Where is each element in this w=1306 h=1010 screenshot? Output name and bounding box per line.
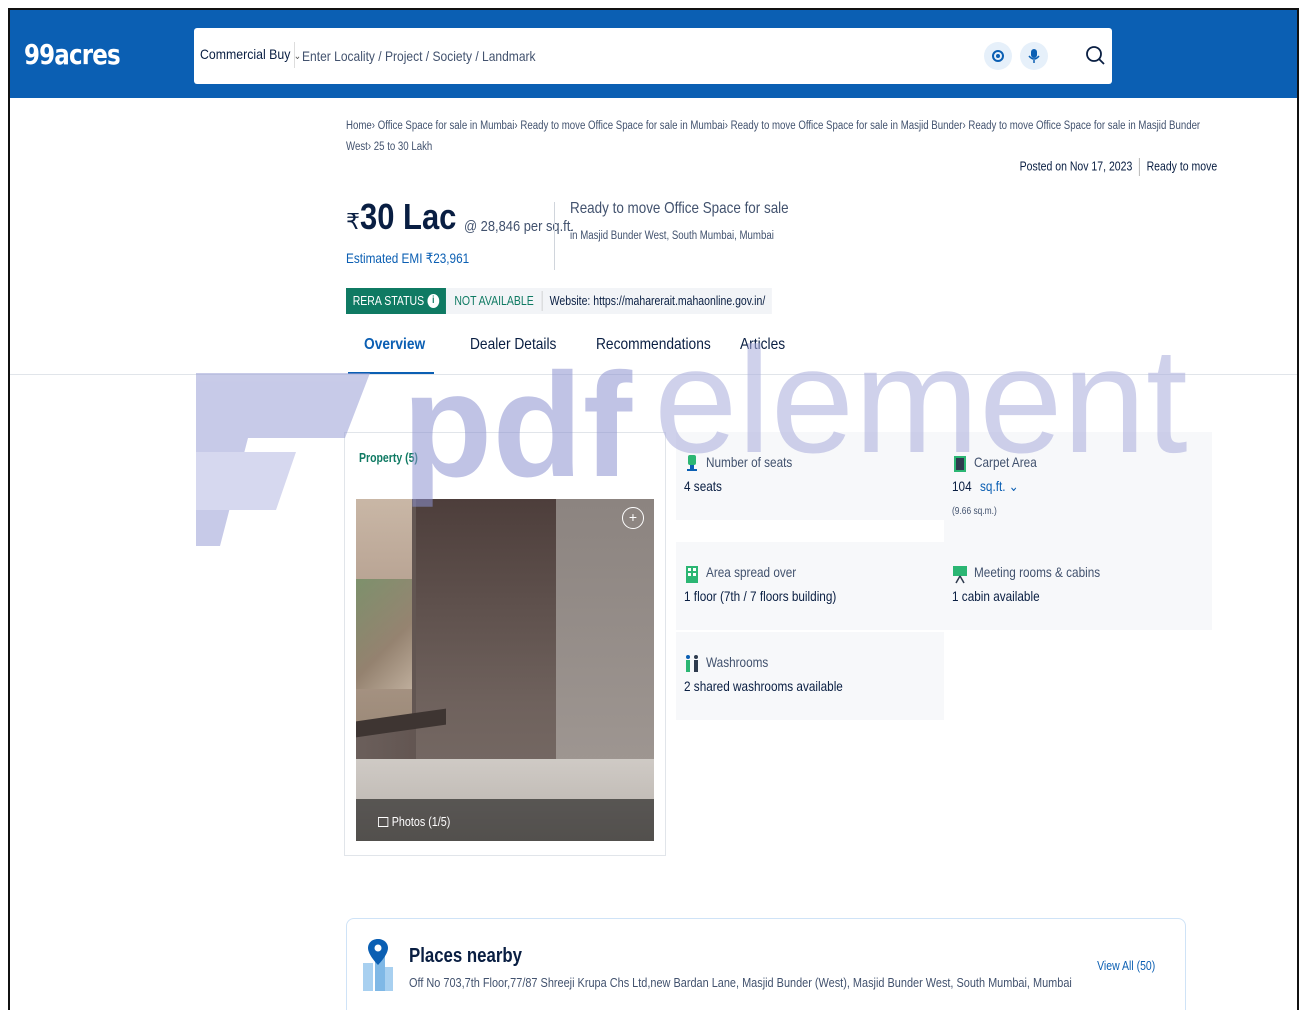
unit-label: sq.ft.	[980, 478, 1006, 494]
breadcrumb-item[interactable]: 25 to 30 Lakh	[374, 141, 433, 153]
rera-status-badge: RERA STATUS i	[346, 288, 446, 314]
rera-website[interactable]: Website: https://maharerait.mahaonline.g…	[543, 294, 772, 308]
feature-floors: Area spread over 1 floor (7th / 7 floors…	[676, 542, 944, 630]
tab-dealer-details[interactable]: Dealer Details	[470, 336, 556, 354]
rera-label: RERA STATUS	[352, 294, 425, 308]
view-all-link[interactable]: View All (50)	[1097, 959, 1155, 973]
breadcrumb-item[interactable]: Home	[346, 120, 372, 132]
posted-date: Posted on Nov 17, 2023	[1019, 159, 1133, 174]
feature-value: 2 shared washrooms available	[684, 678, 843, 694]
search-bar: Commercial Buy ⌄	[194, 28, 1112, 84]
breadcrumb-separator: ›	[724, 120, 728, 132]
breadcrumb-separator: ›	[514, 120, 518, 132]
property-photo[interactable]: + Photos (1/5)	[356, 499, 654, 841]
breadcrumb-separator: ›	[962, 120, 966, 132]
site-logo[interactable]: 99acres	[24, 38, 121, 71]
breadcrumb-separator: ›	[367, 141, 372, 153]
breadcrumb-item[interactable]: Office Space for sale in Mumbai	[378, 120, 515, 132]
area-icon	[954, 456, 966, 472]
search-divider	[294, 42, 295, 68]
feature-washrooms: Washrooms 2 shared washrooms available	[676, 632, 944, 720]
feature-carpet-area: Carpet Area 104 sq.ft. ⌄ (9.66 sq.m.)	[944, 432, 1212, 542]
feature-label: Area spread over	[706, 564, 797, 580]
image-icon	[378, 817, 389, 827]
tab-overview[interactable]: Overview	[364, 336, 425, 354]
property-gallery: Property (5) + Photos (1/5)	[344, 432, 666, 856]
places-nearby-card: Places nearby Off No 703,7th Floor,77/87…	[346, 918, 1186, 1010]
page-frame: 99acres Commercial Buy ⌄ Home› Office Sp…	[8, 8, 1299, 1010]
category-select-value: Commercial Buy	[200, 46, 291, 62]
breadcrumb-separator: ›	[371, 120, 376, 132]
tab-articles[interactable]: Articles	[740, 336, 785, 354]
location-icon[interactable]	[984, 42, 1012, 70]
posted-info: Posted on Nov 17, 2023 Ready to move	[1019, 158, 1217, 176]
gallery-label[interactable]: Property (5)	[359, 451, 418, 465]
feature-meeting-rooms: Meeting rooms & cabins 1 cabin available	[944, 542, 1212, 630]
meeting-board-icon	[953, 566, 967, 584]
price-amount: 30 Lac	[360, 196, 457, 237]
rera-status-value: NOT AVAILABLE	[454, 294, 534, 308]
washroom-icon	[686, 655, 698, 672]
price-per-sqft: @ 28,846 per sq.ft.	[464, 218, 574, 235]
rera-bar: RERA STATUS i NOT AVAILABLE Website: htt…	[346, 288, 772, 314]
tab-recommendations[interactable]: Recommendations	[596, 336, 711, 354]
emi-link[interactable]: Estimated EMI ₹23,961	[346, 250, 469, 267]
feature-label: Carpet Area	[974, 454, 1037, 470]
listing-location: in Masjid Bunder West, South Mumbai, Mum…	[570, 230, 774, 242]
photo-window-view	[356, 579, 412, 689]
search-input[interactable]	[302, 42, 784, 70]
possession-status: Ready to move	[1146, 159, 1217, 174]
feature-label: Number of seats	[706, 454, 793, 470]
category-select[interactable]: Commercial Buy ⌄	[200, 46, 301, 62]
chair-icon	[687, 455, 697, 471]
posted-divider	[1138, 158, 1140, 176]
feature-value: 1 cabin available	[952, 588, 1040, 604]
photos-count[interactable]: Photos (1/5)	[378, 815, 450, 829]
breadcrumb-item[interactable]: Ready to move Office Space for sale in M…	[520, 120, 724, 132]
feature-seats: Number of seats 4 seats	[676, 432, 944, 520]
places-title: Places nearby	[409, 945, 523, 967]
search-icon[interactable]	[1082, 42, 1110, 70]
feature-label: Washrooms	[706, 654, 769, 670]
zoom-in-icon[interactable]: +	[622, 507, 644, 529]
info-icon[interactable]: i	[427, 294, 440, 308]
places-address: Off No 703,7th Floor,77/87 Shreeji Krupa…	[409, 975, 1072, 990]
unit-toggle[interactable]: sq.ft. ⌄	[980, 478, 1019, 494]
feature-value: 4 seats	[684, 478, 722, 494]
photos-count-label: Photos (1/5)	[391, 815, 451, 829]
feature-label: Meeting rooms & cabins	[974, 564, 1101, 580]
carpet-area-value: 104	[952, 478, 972, 494]
feature-value: 104 sq.ft. ⌄	[952, 478, 1019, 495]
location-pin-icon	[363, 939, 393, 991]
top-header: 99acres Commercial Buy ⌄	[10, 10, 1297, 98]
feature-value: 1 floor (7th / 7 floors building)	[684, 588, 837, 604]
listing-title: Ready to move Office Space for sale	[570, 200, 789, 217]
tabs-divider	[10, 374, 1297, 375]
building-icon	[686, 566, 698, 583]
price-block: ₹30 Lac @ 28,846 per sq.ft.	[346, 196, 574, 238]
microphone-icon[interactable]	[1020, 42, 1048, 70]
carpet-area-sqm: (9.66 sq.m.)	[952, 506, 997, 517]
price-divider	[554, 202, 555, 270]
breadcrumb: Home› Office Space for sale in Mumbai› R…	[346, 116, 1203, 158]
breadcrumb-item[interactable]: Ready to move Office Space for sale in M…	[731, 120, 963, 132]
currency-symbol: ₹	[346, 209, 360, 234]
